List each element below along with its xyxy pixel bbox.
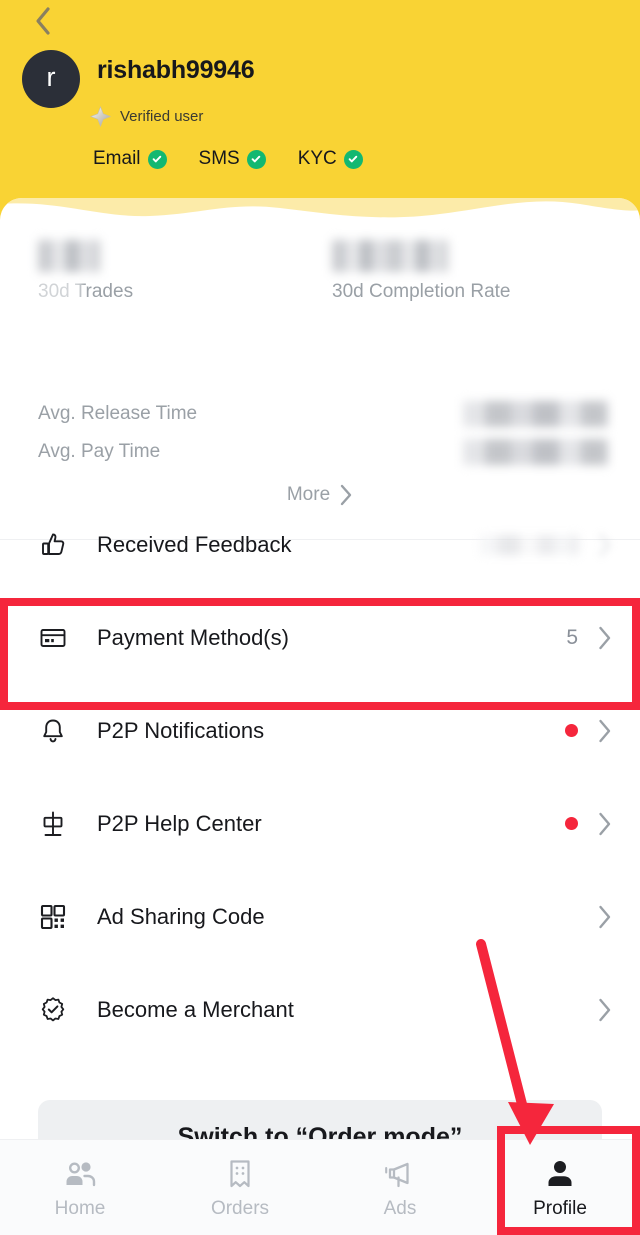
orders-icon xyxy=(225,1156,255,1190)
menu-item-label: Received Feedback xyxy=(97,531,292,557)
chevron-right-icon xyxy=(598,812,612,836)
thumbs-up-icon xyxy=(36,528,70,562)
menu-item-ad-sharing-code[interactable]: Ad Sharing Code xyxy=(0,870,640,963)
menu-item-right xyxy=(565,812,612,836)
menu-item-right xyxy=(598,905,612,929)
menu-item-right: 5 xyxy=(566,626,612,650)
chevron-right-icon xyxy=(598,905,612,929)
stat-completion-label: 30d Completion Rate xyxy=(332,281,511,302)
chevron-right-icon xyxy=(598,533,612,557)
verification-label: KYC xyxy=(297,148,337,169)
merchant-seal-icon xyxy=(36,993,70,1027)
stat-completion-value-redacted xyxy=(332,240,448,272)
nav-tab-label: Home xyxy=(54,1197,106,1219)
stat-completion-rate: 30d Completion Rate xyxy=(332,240,511,303)
profile-header: r rishabh99946 Verified user Email SMS K… xyxy=(0,0,640,230)
check-circle-icon xyxy=(147,149,167,169)
nav-tab-orders[interactable]: Orders xyxy=(160,1140,320,1235)
menu-item-p2p-notifications[interactable]: P2P Notifications xyxy=(0,684,640,777)
chevron-right-icon xyxy=(598,626,612,650)
nav-tab-label: Profile xyxy=(533,1197,587,1219)
menu-item-p2p-help-center[interactable]: P2P Help Center xyxy=(0,777,640,870)
menu-item-label: P2P Notifications xyxy=(97,717,265,743)
nav-tab-ads[interactable]: Ads xyxy=(320,1140,480,1235)
avg-release-time-row: Avg. Release Time xyxy=(0,395,640,433)
nav-tab-home[interactable]: Home xyxy=(0,1140,160,1235)
avg-pay-time-value-redacted xyxy=(463,439,608,465)
unread-dot-badge xyxy=(565,724,578,737)
unread-dot-badge xyxy=(565,817,578,830)
verification-label: Email xyxy=(93,148,141,169)
help-signpost-icon xyxy=(36,807,70,841)
bottom-navigation: Home Orders Ads Profile xyxy=(0,1139,640,1235)
verification-label: SMS xyxy=(198,148,240,169)
avg-release-time-label: Avg. Release Time xyxy=(38,403,198,424)
profile-sheet: 30d Trades 30d Completion Rate Avg. Rele… xyxy=(0,198,640,1235)
avg-release-time-value-redacted xyxy=(463,401,608,427)
menu-item-received-feedback[interactable]: Received Feedback xyxy=(0,498,640,591)
check-circle-icon xyxy=(343,149,363,169)
menu-item-become-a-merchant[interactable]: Become a Merchant xyxy=(0,963,640,1056)
verified-user-label: Verified user xyxy=(120,108,204,125)
avatar[interactable]: r xyxy=(22,50,80,108)
payment-methods-count: 5 xyxy=(566,625,578,649)
check-circle-icon xyxy=(246,149,266,169)
menu-item-right xyxy=(480,533,612,557)
stat-trades-value-redacted xyxy=(38,240,100,272)
chevron-right-icon xyxy=(598,719,612,743)
verification-sms: SMS xyxy=(199,148,266,170)
menu-item-label: Become a Merchant xyxy=(97,996,294,1022)
diamond-badge-icon xyxy=(90,106,111,127)
people-icon xyxy=(63,1156,97,1190)
menu-item-label: P2P Help Center xyxy=(97,810,262,836)
person-icon xyxy=(544,1156,576,1190)
stat-trades-label: 30d Trades xyxy=(36,279,134,303)
menu-item-label: Ad Sharing Code xyxy=(97,903,265,929)
verification-kyc: KYC xyxy=(298,148,363,170)
chevron-right-icon xyxy=(598,998,612,1022)
qr-code-icon xyxy=(36,900,70,934)
megaphone-icon xyxy=(383,1156,417,1190)
bell-icon xyxy=(36,714,70,748)
verification-badges: Email SMS KYC xyxy=(93,148,363,170)
verified-user-row: Verified user xyxy=(90,106,203,127)
p2p-profile-screen: r rishabh99946 Verified user Email SMS K… xyxy=(0,0,640,1235)
nav-tab-label: Orders xyxy=(210,1197,270,1219)
avatar-initial: r xyxy=(46,62,56,92)
menu-item-right xyxy=(598,998,612,1022)
card-icon xyxy=(36,621,70,655)
profile-menu: Received Feedback Payment Method(s) 5 P2… xyxy=(0,498,640,1056)
verification-email: Email xyxy=(93,148,167,170)
feedback-value-redacted xyxy=(480,534,578,555)
avg-pay-time-row: Avg. Pay Time xyxy=(0,433,640,471)
username: rishabh99946 xyxy=(97,56,255,84)
back-button[interactable] xyxy=(26,4,60,38)
nav-tab-profile[interactable]: Profile xyxy=(480,1140,640,1235)
nav-tab-label: Ads xyxy=(383,1197,417,1219)
menu-item-payment-methods[interactable]: Payment Method(s) 5 xyxy=(0,591,640,684)
avg-time-rows: Avg. Release Time Avg. Pay Time xyxy=(0,395,640,471)
avg-pay-time-label: Avg. Pay Time xyxy=(38,441,161,462)
decorative-wave xyxy=(0,198,640,238)
menu-item-right xyxy=(565,719,612,743)
stat-trades: 30d Trades xyxy=(36,240,134,303)
chevron-left-icon xyxy=(34,6,52,36)
redaction-mask xyxy=(36,279,82,303)
menu-item-label: Payment Method(s) xyxy=(97,624,289,650)
